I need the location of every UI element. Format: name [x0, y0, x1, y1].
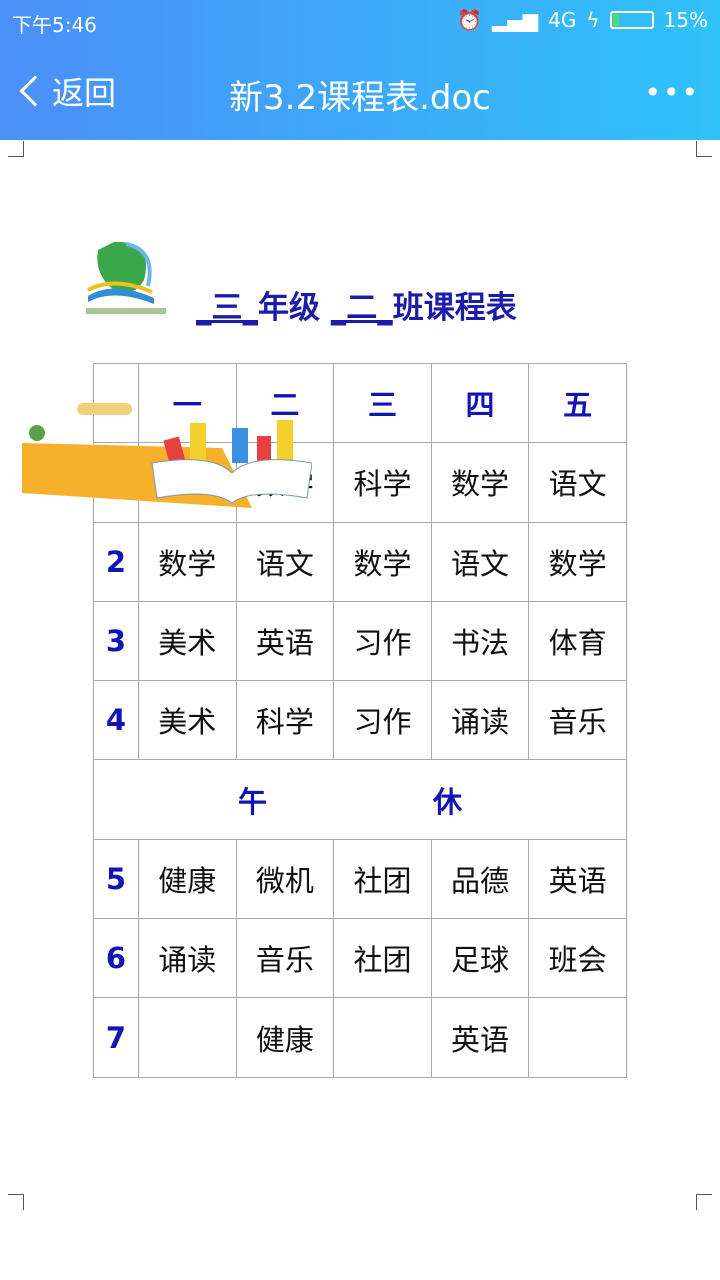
subject-cell: 数学	[333, 521, 432, 602]
subject-cell: 微机	[235, 838, 335, 920]
subject-cell: 美术	[138, 600, 237, 682]
subject-cell: 班会	[528, 918, 627, 999]
network-type: 4G	[548, 8, 577, 32]
signal-icon: ▂▄▆	[491, 8, 539, 32]
period-number: 5	[93, 838, 139, 920]
day-header: 四	[430, 362, 530, 444]
grade-value: _三_	[196, 290, 258, 326]
battery-percent: 15%	[663, 8, 708, 32]
subject-cell: 品德	[430, 838, 530, 920]
page-corner-mark	[696, 141, 712, 157]
app-header: 下午5:46 ⏰ ▂▄▆ 4G ϟ 15% 返回 新3.2课程表.doc •••	[0, 0, 720, 140]
subject-cell: 社团	[333, 918, 432, 999]
noon-break-cell: 午休	[93, 759, 627, 840]
subject-cell: 社团	[333, 838, 432, 920]
class-value: _二_	[330, 290, 393, 326]
alarm-icon: ⏰	[457, 8, 482, 32]
subject-cell: 诵读	[430, 680, 530, 761]
pencils-book-illustration	[22, 403, 312, 508]
more-button[interactable]: •••	[644, 76, 700, 109]
subject-cell: 足球	[430, 918, 530, 999]
status-time: 下午5:46	[12, 13, 97, 37]
subject-cell: 习作	[333, 600, 432, 682]
class-label: 班课程表	[392, 290, 517, 326]
subject-cell: 语文	[528, 442, 627, 523]
status-icons: ⏰ ▂▄▆ 4G ϟ 15%	[457, 8, 708, 32]
table-row: 5 健康 微机 社团 品德 英语	[93, 838, 627, 920]
table-row: 3 美术 英语 习作 书法 体育	[93, 600, 627, 682]
subject-cell: 英语	[430, 997, 530, 1078]
period-number: 2	[93, 521, 139, 602]
school-logo	[86, 241, 166, 314]
page-corner-mark	[8, 141, 24, 157]
subject-cell: 体育	[528, 600, 627, 682]
subject-cell: 数学	[430, 442, 530, 523]
charging-icon: ϟ	[586, 8, 600, 32]
subject-cell: 音乐	[235, 918, 335, 999]
break-char: 休	[432, 784, 462, 819]
subject-cell: 数学	[138, 521, 237, 602]
subject-cell: 科学	[333, 442, 432, 523]
subject-cell	[333, 997, 432, 1078]
period-number: 7	[93, 997, 139, 1078]
subject-cell: 英语	[528, 838, 627, 920]
subject-cell: 音乐	[528, 680, 627, 761]
subject-cell: 健康	[235, 997, 335, 1078]
period-number: 4	[93, 680, 139, 761]
subject-cell	[528, 997, 627, 1078]
subject-cell: 健康	[138, 838, 237, 920]
table-row: 2 数学 语文 数学 语文 数学	[93, 521, 627, 602]
table-row: 7 健康 英语	[93, 997, 627, 1078]
grade-label: 年级	[258, 290, 320, 326]
subject-cell: 英语	[235, 600, 335, 682]
subject-cell	[138, 997, 237, 1078]
day-header: 三	[333, 362, 432, 444]
subject-cell: 诵读	[138, 918, 237, 999]
table-row: 6 诵读 音乐 社团 足球 班会	[93, 918, 627, 999]
period-number: 6	[93, 918, 139, 999]
subject-cell: 书法	[430, 600, 530, 682]
page-corner-mark	[8, 1194, 24, 1210]
subject-cell: 科学	[235, 680, 335, 761]
table-row: 4 美术 科学 习作 诵读 音乐	[93, 680, 627, 761]
subject-cell: 数学	[528, 521, 627, 602]
subject-cell: 习作	[333, 680, 432, 761]
schedule-heading: _三_年级 _二_班课程表	[196, 282, 517, 327]
noon-char: 午	[237, 784, 267, 819]
period-number: 3	[93, 600, 139, 682]
day-header: 五	[528, 362, 627, 444]
subject-cell: 语文	[430, 521, 530, 602]
noon-break-row: 午休	[93, 759, 627, 840]
document-title: 新3.2课程表.doc	[229, 78, 491, 118]
subject-cell: 美术	[138, 680, 237, 761]
page-corner-mark	[696, 1194, 712, 1210]
subject-cell: 语文	[235, 521, 335, 602]
battery-icon	[609, 11, 654, 29]
